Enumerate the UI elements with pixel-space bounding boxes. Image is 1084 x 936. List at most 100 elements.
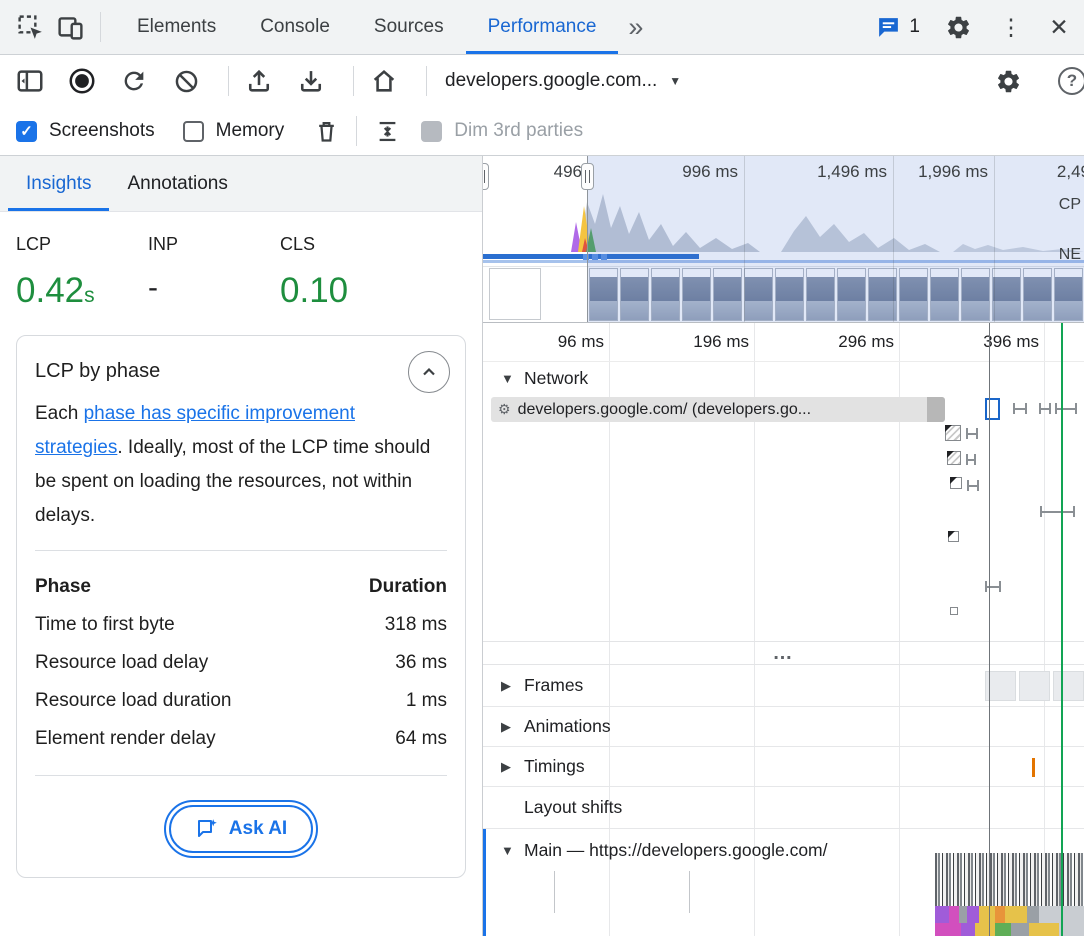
record-and-reload-icon[interactable]: [114, 61, 154, 101]
ask-ai-label: Ask AI: [229, 818, 287, 840]
check-icon: ✓: [20, 122, 33, 140]
triangle-expanded-icon[interactable]: ▼: [501, 843, 516, 858]
help-icon[interactable]: ?: [1058, 67, 1084, 95]
track-label: Frames: [524, 675, 583, 696]
screenshot-thumbnail: [1023, 268, 1052, 321]
phase-table-header: PhaseDuration: [35, 568, 447, 606]
issues-counter[interactable]: 1: [876, 15, 920, 40]
tab-insights[interactable]: Insights: [8, 156, 109, 211]
network-request[interactable]: ⚙ developers.google.com/ (developers.go.…: [491, 397, 945, 422]
timing-marker: [1032, 758, 1035, 777]
collapse-tracks-icon[interactable]: [367, 111, 407, 151]
grid-ruler-label: 96 ms: [558, 332, 604, 352]
tab-elements[interactable]: Elements: [115, 0, 238, 54]
divider: [35, 550, 447, 551]
download-profile-icon[interactable]: [291, 61, 331, 101]
sidebar-tabs: Insights Annotations: [0, 156, 482, 212]
ask-ai-button[interactable]: Ask AI: [169, 805, 313, 853]
collect-garbage-icon[interactable]: [306, 111, 346, 151]
triangle-collapsed-icon[interactable]: ▶: [501, 719, 516, 735]
kebab-menu-icon[interactable]: ⋮: [996, 14, 1026, 41]
device-toolbar-icon[interactable]: [50, 7, 90, 47]
memory-label: Memory: [216, 120, 285, 142]
overview-gridline: [744, 156, 745, 322]
tab-performance[interactable]: Performance: [466, 0, 619, 54]
question-glyph: ?: [1067, 71, 1077, 91]
table-row: Element render delay64 ms: [35, 720, 447, 758]
panel-tabs: Elements Console Sources Performance: [115, 0, 618, 54]
core-web-vitals: LCP 0.42s INP - CLS 0.10: [0, 212, 482, 335]
overview-ruler-label: 2,49: [1057, 162, 1084, 182]
lcp-marker-line: [1061, 323, 1063, 936]
screenshot-thumbnail: [744, 268, 773, 321]
triangle-collapsed-icon[interactable]: ▶: [501, 759, 516, 775]
track-network[interactable]: ▼ Network: [483, 361, 1084, 395]
divider: [100, 12, 101, 42]
memory-checkbox-group[interactable]: Memory: [183, 120, 285, 142]
time-marker-line: [989, 323, 990, 936]
dim-3rd-parties-label: Dim 3rd parties: [454, 120, 583, 142]
devtools-top-bar: Elements Console Sources Performance » 1…: [0, 0, 1084, 55]
flame-chart-tick: [689, 871, 690, 913]
selection-handle-left[interactable]: [483, 163, 489, 190]
request-timing-box[interactable]: [985, 398, 1000, 420]
ai-chat-icon: [195, 817, 219, 841]
track-layout-shifts[interactable]: Layout shifts: [483, 787, 1084, 829]
capture-settings-gear-icon[interactable]: [988, 61, 1028, 101]
capture-options-bar: ✓ Screenshots Memory Dim 3rd parties: [0, 107, 1084, 156]
track-resizer[interactable]: …: [483, 641, 1084, 665]
toggle-sidebar-icon[interactable]: [10, 61, 50, 101]
triangle-collapsed-icon[interactable]: ▶: [501, 678, 516, 694]
screenshot-thumbnail: [620, 268, 649, 321]
network-request-box[interactable]: [947, 451, 961, 465]
insights-sidebar: Insights Annotations LCP 0.42s INP - CLS…: [0, 156, 483, 936]
upload-profile-icon[interactable]: [239, 61, 279, 101]
dim-3rd-parties-group: Dim 3rd parties: [421, 120, 583, 142]
network-waterfall: ⚙ developers.google.com/ (developers.go.…: [483, 395, 1084, 641]
overview-ruler-label: 996 ms: [682, 162, 738, 182]
tab-sources[interactable]: Sources: [352, 0, 466, 54]
more-tabs-icon[interactable]: »: [618, 12, 653, 43]
memory-checkbox[interactable]: [183, 121, 204, 142]
home-icon[interactable]: [364, 61, 404, 101]
frame-thumbnail: [1053, 671, 1084, 701]
screenshot-thumbnail: [489, 268, 541, 320]
track-animations[interactable]: ▶ Animations: [483, 707, 1084, 747]
overview-ruler-label: 496: [554, 162, 582, 182]
selection-handle-right[interactable]: [581, 163, 594, 190]
screenshots-checkbox-group[interactable]: ✓ Screenshots: [16, 120, 155, 142]
tab-annotations[interactable]: Annotations: [109, 156, 245, 211]
network-request-box[interactable]: [950, 477, 962, 489]
metric-lcp: LCP 0.42s: [16, 234, 148, 311]
track-timings[interactable]: ▶ Timings: [483, 747, 1084, 787]
network-request-box[interactable]: [945, 425, 961, 441]
network-request-box[interactable]: [948, 531, 959, 542]
timeline-overview[interactable]: 496 996 ms 1,496 ms 1,996 ms 2,49 CP NE: [483, 156, 1084, 322]
settings-gear-icon[interactable]: [938, 7, 978, 47]
clear-icon[interactable]: [166, 61, 206, 101]
metric-label: INP: [148, 234, 280, 255]
request-whisker: [1013, 403, 1027, 414]
selected-track-indicator: [483, 829, 486, 936]
screenshot-thumbnail: [651, 268, 680, 321]
screenshots-checkbox[interactable]: ✓: [16, 121, 37, 142]
triangle-expanded-icon[interactable]: ▼: [501, 371, 516, 386]
close-devtools-icon[interactable]: ✕: [1044, 14, 1074, 41]
gear-icon: ⚙: [498, 401, 511, 418]
network-request-box[interactable]: [950, 607, 958, 615]
history-selector[interactable]: developers.google.com... ▼: [437, 70, 689, 92]
screenshot-thumbnail: [961, 268, 990, 321]
overview-ruler-label: 1,496 ms: [817, 162, 887, 182]
performance-timeline: 496 996 ms 1,496 ms 1,996 ms 2,49 CP NE …: [483, 156, 1084, 936]
table-row: Resource load duration1 ms: [35, 682, 447, 720]
tab-console[interactable]: Console: [238, 0, 352, 54]
net-track-label: NE: [1059, 246, 1081, 264]
collapse-card-button[interactable]: [408, 351, 450, 393]
screenshot-thumbnail: [1054, 268, 1083, 321]
chevron-up-icon: [419, 362, 439, 382]
divider: [35, 775, 447, 776]
track-frames[interactable]: ▶ Frames: [483, 665, 1084, 707]
record-icon[interactable]: [62, 61, 102, 101]
timeline-detail-grid[interactable]: 96 ms 196 ms 296 ms 396 ms ▼ Network ⚙ d…: [483, 322, 1084, 936]
inspect-element-icon[interactable]: [10, 7, 50, 47]
